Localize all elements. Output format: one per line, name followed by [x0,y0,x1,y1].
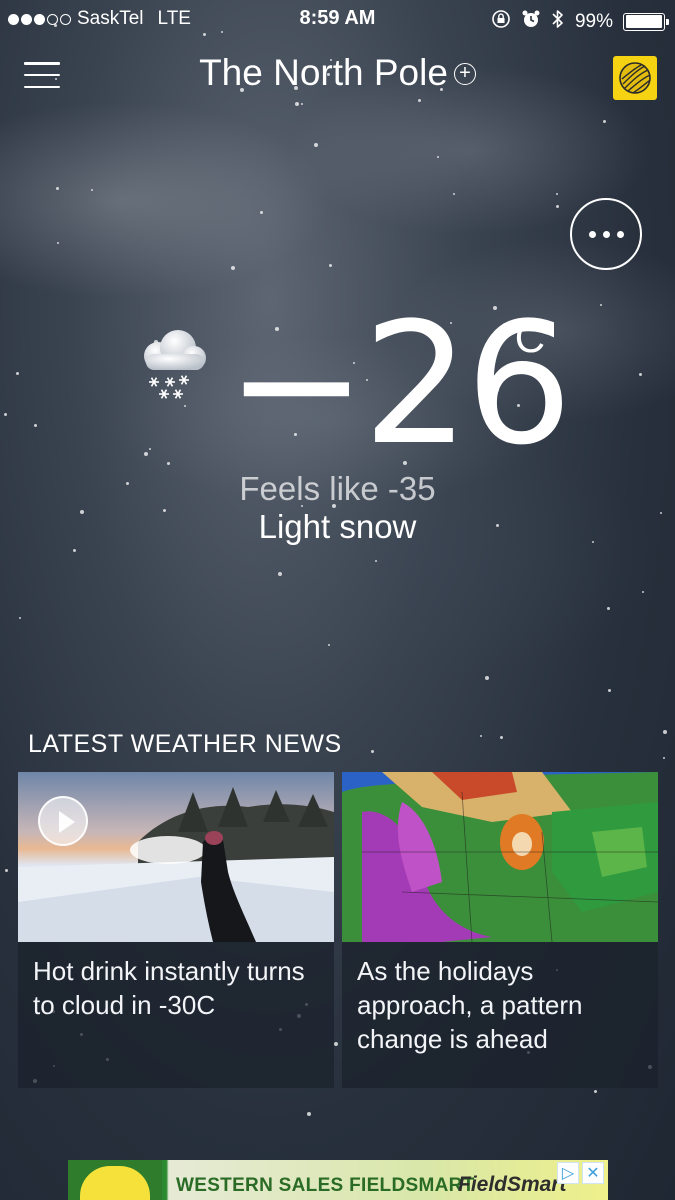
bluetooth-icon [551,8,565,35]
news-heading: LATEST WEATHER NEWS [28,730,342,758]
ad-logo [68,1160,162,1200]
snowflake [260,211,263,214]
snowflake [91,189,93,191]
snowflake [600,304,602,306]
snowflake [418,99,421,102]
snowflake [500,736,503,739]
news-thumbnail-video [18,772,334,942]
location-title[interactable]: The North Pole + [0,52,675,94]
snowflake [314,143,318,147]
battery-icon [623,12,669,31]
news-grid: Hot drink instantly turns to cloud in -3… [18,772,658,1088]
condition-phrase: Light snow [258,508,417,545]
snowflake [301,103,303,105]
snowflake [663,757,665,759]
orientation-lock-icon [491,9,511,34]
ad-choices-icon[interactable]: ▷ [557,1162,579,1184]
news-thumbnail-map [342,772,658,942]
snowflake [5,869,8,872]
snowflake [4,413,7,416]
snowflake [19,617,21,619]
snowflake [73,549,76,552]
ad-close-icon[interactable]: ✕ [582,1162,604,1184]
snowflake [371,750,374,753]
snowflake [328,644,330,646]
snowflake [307,1112,311,1116]
snowflake [639,373,642,376]
news-card[interactable]: Hot drink instantly turns to cloud in -3… [18,772,334,1088]
banner-ad[interactable]: WESTERN SALES FIELDSMART FieldSmart ▷ ✕ [68,1160,608,1200]
location-name: The North Pole [199,52,448,93]
snowflake [167,462,170,465]
snowflake [663,730,667,734]
ad-text: WESTERN SALES FIELDSMART [176,1175,475,1196]
battery-fill [625,15,663,28]
snowflake [556,193,558,195]
status-right: 99% [491,8,669,35]
snowflake [56,187,59,190]
snowflake [603,120,606,123]
play-icon[interactable] [38,796,88,846]
news-card-title: As the holidays approach, a pattern chan… [357,956,583,1054]
ad-brand: FieldSmart [458,1173,567,1196]
news-card[interactable]: As the holidays approach, a pattern chan… [342,772,658,1088]
plus-circle-icon[interactable]: + [453,63,476,85]
snowflake [375,560,377,562]
snowflake [16,372,19,375]
ad-body: WESTERN SALES FIELDSMART FieldSmart ▷ ✕ [162,1160,608,1200]
snowflake [607,607,610,610]
news-card-title: Hot drink instantly turns to cloud in -3… [33,956,305,1020]
snowflake [453,193,455,195]
temperature-unit[interactable]: °C [498,314,545,362]
snowflake [594,1090,597,1093]
snowflake [278,572,282,576]
weather-network-globe-icon[interactable] [613,56,657,100]
ad-controls: ▷ ✕ [557,1162,604,1184]
snowflake [295,102,299,106]
more-options-button[interactable] [570,198,642,270]
snowflake [608,689,611,692]
snowflake [437,156,439,158]
snowflake [149,448,151,450]
battery-percent: 99% [574,10,613,32]
snowflake [642,591,644,593]
snowflake [144,452,148,456]
snowflake [231,266,235,270]
snowflake [480,735,482,737]
alarm-icon [521,9,541,34]
snowflake [329,264,332,267]
snowflake [556,205,559,208]
status-bar: SaskTel LTE 8:59 AM 99% [0,0,675,38]
feels-like: Feels like -35 [239,470,436,507]
light-snow-cloud-icon [128,322,212,406]
snowflake [57,242,59,244]
snowflake [34,424,37,427]
snowflake [485,676,489,680]
